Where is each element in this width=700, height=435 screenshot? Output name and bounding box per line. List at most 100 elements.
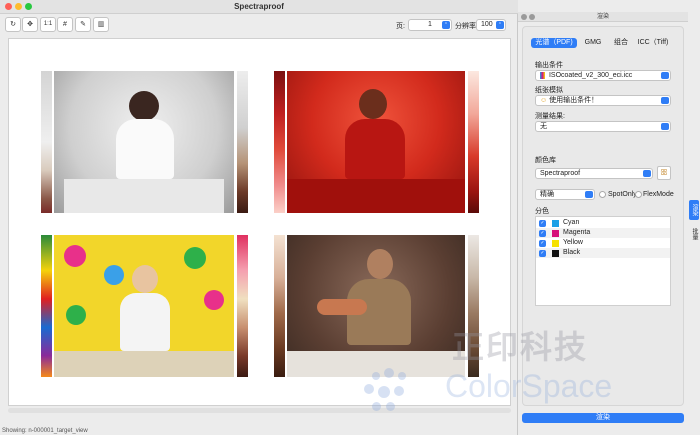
watermark-dot [384,368,394,378]
swatch [552,250,559,257]
swatch [552,240,559,247]
title-bar: Spectraproof [0,0,518,14]
separation-name: Magenta [563,229,591,236]
main-window: Spectraproof ↻ ✥ 1:1 # ✎ ▥ 页: 1 ⌃ 分辨率 10… [0,0,518,435]
chevron-icon [661,97,669,104]
flower [184,247,206,269]
output-condition-select[interactable]: ISOcoated_v2_300_eci.icc [535,70,671,81]
flexmode-checkbox[interactable] [635,191,642,198]
grid-icon[interactable]: # [57,17,73,32]
paper-sim-label: 纸张模拟 [535,87,563,94]
checkbox-checked-icon[interactable]: ✓ [539,250,546,257]
watermark-dot [364,384,374,394]
figure-head [367,249,393,279]
checkbox-checked-icon[interactable]: ✓ [539,240,546,247]
profile-icon [540,71,545,79]
color-strip [41,71,52,213]
watermark-dot [386,402,395,411]
photo-woman-white [54,71,234,213]
paper-sim-select[interactable]: ☺ 使用输出条件！ [535,95,671,106]
figure-body [345,119,405,179]
photo-man-shoe [287,235,465,377]
table [287,179,465,213]
render-button[interactable]: 渲染 [522,413,684,423]
color-strip [274,235,285,377]
page-stepper-icon[interactable]: ⌃ [442,21,450,29]
watermark-dot [372,402,381,411]
swatch [552,230,559,237]
flower [66,305,86,325]
watermark-en: ColorSpace [445,368,613,404]
color-lib-value: Spectraproof [540,170,581,177]
color-strip [274,71,285,213]
color-strip [468,71,479,213]
watermark-dot [398,372,406,380]
watermark-dot [394,386,404,396]
actual-size-button[interactable]: 1:1 [40,17,56,32]
figure-body [116,119,174,179]
panel-minimize-button[interactable] [529,14,535,20]
resolution-value: 100 [481,21,493,28]
status-bar: Showing: n-000001_target_view [2,428,88,434]
resolution-stepper-icon[interactable]: ⌃ [496,21,504,29]
panel-title: 渲染 [596,14,609,20]
checkbox-checked-icon[interactable]: ✓ [539,220,546,227]
spot-only-checkbox[interactable] [599,191,606,198]
list-item[interactable]: ✓ Cyan [536,218,670,228]
tab-gmg[interactable]: GMG [579,38,607,48]
list-item[interactable]: ✓ Black [536,248,670,258]
horizontal-scrollbar[interactable] [8,408,511,413]
figure-head [129,91,159,121]
photo-girl-flowers [54,235,234,377]
smiley-icon: ☺ [540,97,548,104]
measure-label: 测量结果: [535,113,565,120]
flower [64,245,86,267]
precision-select[interactable]: 精确 [535,189,595,200]
side-tab-batch[interactable]: 批量 [689,224,699,244]
page-select[interactable]: 1 ⌃ [408,19,452,31]
resolution-label: 分辨率 [455,23,476,30]
separations-label: 分色 [535,208,549,215]
measure-select[interactable]: 无 [535,121,671,132]
spot-only-label: SpotOnly [608,191,637,198]
proof-canvas[interactable] [8,38,511,406]
panel-close-button[interactable] [521,14,527,20]
output-condition-value: ISOcoated_v2_300_eci.icc [548,72,633,79]
separation-name: Yellow [563,239,583,246]
tab-spectral-pdf[interactable]: 光谱（PDF) [531,38,577,48]
page-label: 页: [396,23,405,30]
figure-head [359,89,387,119]
figure-body [120,293,170,351]
eyedropper-icon[interactable]: ✎ [75,17,91,32]
color-strip [237,71,248,213]
figure-head [132,265,158,293]
chevron-icon [661,72,669,79]
toolbar: ↻ ✥ 1:1 # ✎ ▥ 页: 1 ⌃ 分辨率 100 ⌃ [0,14,518,36]
swatch [552,220,559,227]
table [54,351,234,377]
side-tab-render[interactable]: 渲染 [689,200,699,220]
measure-value: 无 [540,123,547,130]
separation-name: Black [563,249,581,256]
color-strip [41,235,52,377]
watermark-dot [372,372,380,380]
precision-value: 精确 [540,191,554,198]
flower [204,290,224,310]
move-icon[interactable]: ✥ [22,17,38,32]
tab-icc-tiff[interactable]: ICC（Tiff) [635,38,671,48]
color-lib-picker-icon[interactable]: ꕥ [657,166,671,180]
chevron-icon [661,123,669,130]
compare-icon[interactable]: ▥ [93,17,109,32]
color-lib-select[interactable]: Spectraproof [535,168,653,179]
panel-title-bar: 渲染 [518,12,688,22]
flower [104,265,124,285]
list-item[interactable]: ✓ Yellow [536,238,670,248]
watermark-cn: 正印科技 [452,329,589,365]
page-value: 1 [428,21,432,28]
tab-combine[interactable]: 组合 [609,38,633,48]
rotate-icon[interactable]: ↻ [5,17,21,32]
list-item[interactable]: ✓ Magenta [536,228,670,238]
color-lib-label: 颜色库 [535,157,556,164]
checkbox-checked-icon[interactable]: ✓ [539,230,546,237]
resolution-select[interactable]: 100 ⌃ [476,19,506,31]
